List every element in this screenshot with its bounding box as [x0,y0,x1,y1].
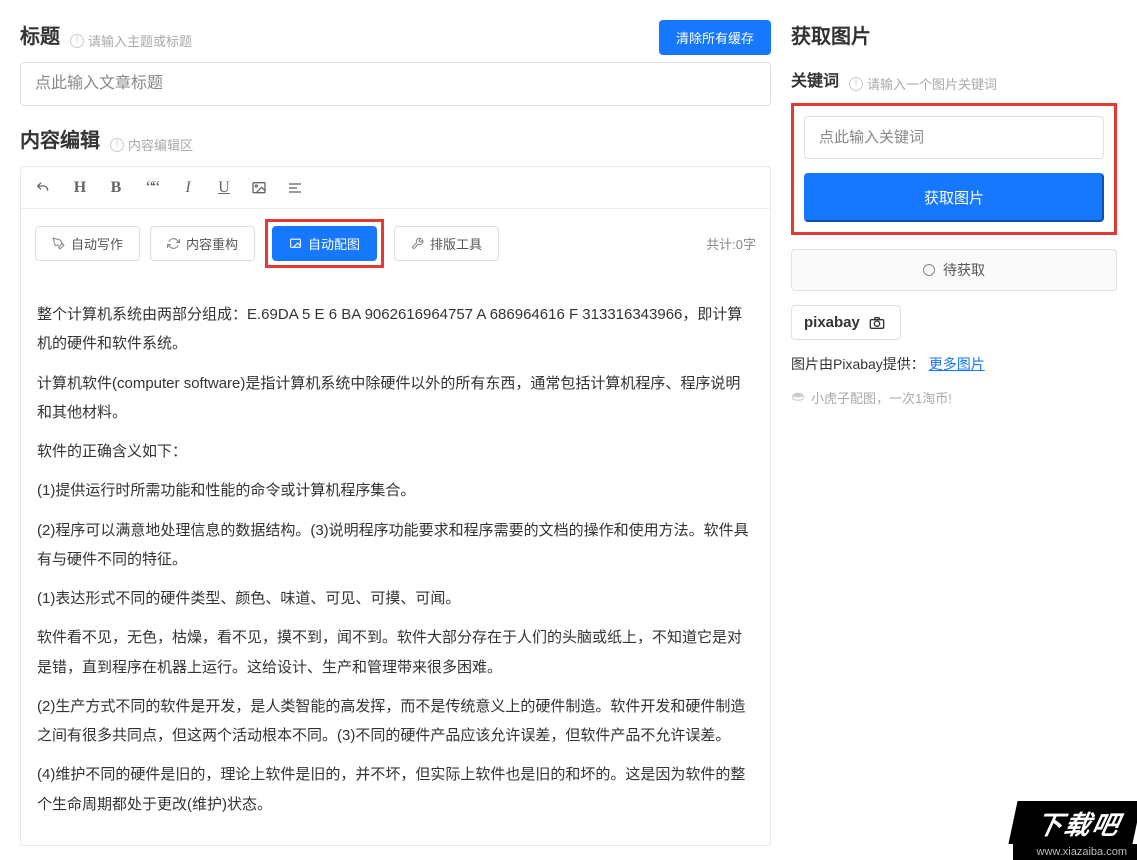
clear-cache-button[interactable]: 清除所有缓存 [659,20,771,55]
auto-image-button[interactable]: 自动配图 [272,226,377,261]
sidebar-panel: 获取图片 关键词 ! 请输入一个图片关键词 获取图片 待获取 pixabay 图… [781,0,1137,860]
undo-icon[interactable] [35,180,53,196]
keyword-highlight-box: 获取图片 [791,103,1117,235]
coin-icon [791,391,805,405]
image-icon[interactable] [251,180,269,196]
layout-tool-button[interactable]: 排版工具 [394,226,499,261]
paragraph: (4)维护不同的硬件是旧的，理论上软件是旧的，并不坏，但实际上软件也是旧的和坏的… [37,760,754,819]
layout-tool-label: 排版工具 [430,234,482,253]
auto-image-label: 自动配图 [308,234,360,253]
circle-icon [923,264,935,276]
content-label: 内容编辑 [20,124,100,153]
quote-icon[interactable]: ““ [143,177,161,198]
coin-text: 小虎子配图，一次1淘币! [811,388,952,407]
heading-icon[interactable]: H [71,179,89,197]
info-icon: ! [110,138,124,152]
paragraph: 计算机软件(computer software)是指计算机系统中除硬件以外的所有… [37,369,754,428]
keyword-label: 关键词 [791,67,839,91]
word-count: 共计:0字 [706,234,756,253]
paragraph: 软件的正确含义如下： [37,437,754,466]
auto-image-highlight: 自动配图 [265,219,384,268]
content-hint-text: 内容编辑区 [128,135,193,154]
keyword-input[interactable] [804,116,1104,159]
main-panel: 标题 ! 请输入主题或标题 清除所有缓存 内容编辑 ! 内容编辑区 H [0,0,781,860]
italic-icon[interactable]: I [179,179,197,197]
get-image-button[interactable]: 获取图片 [804,173,1104,222]
pixabay-badge: pixabay [791,305,901,340]
keyword-hint: ! 请输入一个图片关键词 [849,74,997,93]
auto-write-button[interactable]: 自动写作 [35,226,140,261]
restructure-label: 内容重构 [186,234,238,253]
align-left-icon[interactable] [287,180,305,196]
paragraph: 整个计算机系统由两部分组成：E.69DA 5 E 6 BA 9062616964… [37,300,754,359]
paragraph: 软件看不见，无色，枯燥，看不见，摸不到，闻不到。软件大部分存在于人们的头脑或纸上… [37,623,754,682]
format-toolbar: H B ““ I U [21,167,770,209]
paragraph: (2)生产方式不同的软件是开发，是人类智能的高发挥，而不是传统意义上的硬件制造。… [37,692,754,751]
content-hint: ! 内容编辑区 [110,135,193,154]
coin-line: 小虎子配图，一次1淘币! [791,388,1117,407]
pixabay-text: pixabay [804,314,860,331]
keyword-hint-text: 请输入一个图片关键词 [867,74,997,93]
title-hint-text: 请输入主题或标题 [88,31,192,50]
camera-icon [866,315,888,331]
credit-line: 图片由Pixabay提供： 更多图片 [791,354,1117,374]
more-images-link[interactable]: 更多图片 [929,356,985,372]
article-title-input[interactable] [20,62,771,106]
title-hint: ! 请输入主题或标题 [70,31,192,50]
get-image-title: 获取图片 [791,20,871,49]
info-icon: ! [70,34,84,48]
editor-card: H B ““ I U 自动写作 内容重构 [20,166,771,846]
editor-content[interactable]: 整个计算机系统由两部分组成：E.69DA 5 E 6 BA 9062616964… [21,278,770,845]
bold-icon[interactable]: B [107,179,125,197]
underline-icon[interactable]: U [215,179,233,197]
restructure-button[interactable]: 内容重构 [150,226,255,261]
title-label: 标题 [20,20,60,49]
pending-status-label: 待获取 [943,260,985,280]
paragraph: (1)提供运行时所需功能和性能的命令或计算机程序集合。 [37,476,754,505]
pending-status-button[interactable]: 待获取 [791,249,1117,291]
credit-prefix: 图片由Pixabay提供： [791,356,925,372]
action-row: 自动写作 内容重构 自动配图 排版工具 共计:0字 [21,209,770,278]
paragraph: (2)程序可以满意地处理信息的数据结构。(3)说明程序功能要求和程序需要的文档的… [37,516,754,575]
info-icon: ! [849,77,863,91]
paragraph: (1)表达形式不同的硬件类型、颜色、味道、可见、可摸、可闻。 [37,584,754,613]
auto-write-label: 自动写作 [71,234,123,253]
